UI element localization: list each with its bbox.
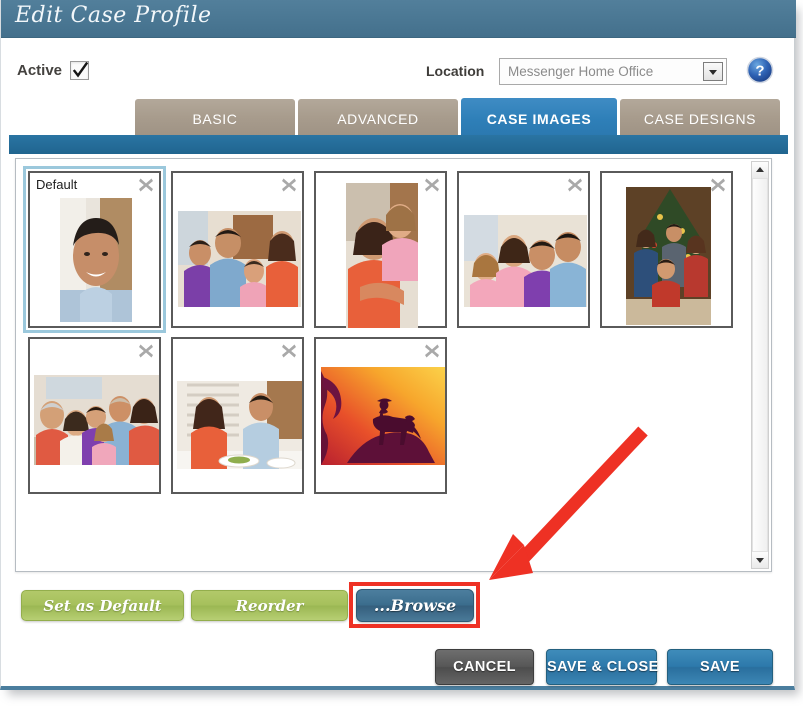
thumbnail-image-couple-dining xyxy=(177,381,302,469)
remove-image-icon[interactable] xyxy=(137,342,155,360)
remove-image-icon[interactable] xyxy=(423,176,441,194)
tab-advanced[interactable]: ADVANCED xyxy=(297,98,459,139)
help-icon[interactable]: ? xyxy=(746,56,774,84)
set-as-default-button[interactable]: Set as Default xyxy=(21,590,184,621)
location-selected-value: Messenger Home Office xyxy=(508,64,654,79)
thumbnail-card[interactable] xyxy=(314,337,447,494)
thumbnail-card[interactable] xyxy=(457,171,590,328)
thumbnail-card[interactable]: Default xyxy=(23,166,166,333)
thumbnail-grid: Default xyxy=(20,163,748,567)
default-badge: Default xyxy=(36,177,78,192)
active-checkbox[interactable] xyxy=(70,61,89,80)
remove-image-icon[interactable] xyxy=(137,176,155,194)
dialog-titlebar: Edit Case Profile xyxy=(1,0,796,38)
reorder-button[interactable]: Reorder xyxy=(191,590,348,621)
thumbnail-image-default-headshot xyxy=(60,198,132,322)
location-select[interactable]: Messenger Home Office xyxy=(499,58,727,85)
thumbnail-card[interactable] xyxy=(600,171,733,328)
thumbnail-card[interactable] xyxy=(28,337,161,494)
browse-button-highlight xyxy=(349,582,480,628)
checkmark-icon xyxy=(72,62,89,78)
cancel-button[interactable]: CANCEL xyxy=(435,649,534,685)
scroll-up-arrow-icon[interactable] xyxy=(752,162,768,178)
svg-text:?: ? xyxy=(755,63,764,80)
remove-image-icon[interactable] xyxy=(423,342,441,360)
thumbnail-image-smiling-family xyxy=(464,215,587,307)
thumbnail-card[interactable] xyxy=(171,337,304,494)
thumbnail-image-cowboy-sunset xyxy=(321,367,445,465)
thumbnail-card[interactable] xyxy=(314,171,447,328)
case-images-panel: Default xyxy=(15,158,772,572)
tab-basic[interactable]: BASIC xyxy=(134,98,296,139)
thumbnail-image-family-of-four xyxy=(178,211,301,307)
thumbnail-image-mother-and-daughter xyxy=(346,183,418,328)
location-label: Location xyxy=(426,63,485,79)
scrollbar-thumb[interactable] xyxy=(752,178,768,552)
chevron-down-icon[interactable] xyxy=(703,62,723,81)
save-and-close-button[interactable]: SAVE & CLOSE xyxy=(546,649,658,685)
active-label: Active xyxy=(17,62,63,79)
remove-image-icon[interactable] xyxy=(566,176,584,194)
remove-image-icon[interactable] xyxy=(709,176,727,194)
tab-case-designs[interactable]: CASE DESIGNS xyxy=(619,98,781,139)
panel-scrollbar[interactable] xyxy=(751,161,769,569)
remove-image-icon[interactable] xyxy=(280,176,298,194)
thumbnail-card[interactable] xyxy=(171,171,304,328)
save-button[interactable]: SAVE xyxy=(667,649,773,685)
thumbnail-image-christmas-family xyxy=(626,187,711,325)
page-title: Edit Case Profile xyxy=(15,3,212,28)
edit-case-profile-dialog: Edit Case Profile Active Location Messen… xyxy=(0,0,796,690)
scroll-down-arrow-icon[interactable] xyxy=(752,552,768,568)
remove-image-icon[interactable] xyxy=(280,342,298,360)
thumbnail-image-multigenerational xyxy=(34,375,159,465)
tab-underline-bar xyxy=(9,135,788,154)
